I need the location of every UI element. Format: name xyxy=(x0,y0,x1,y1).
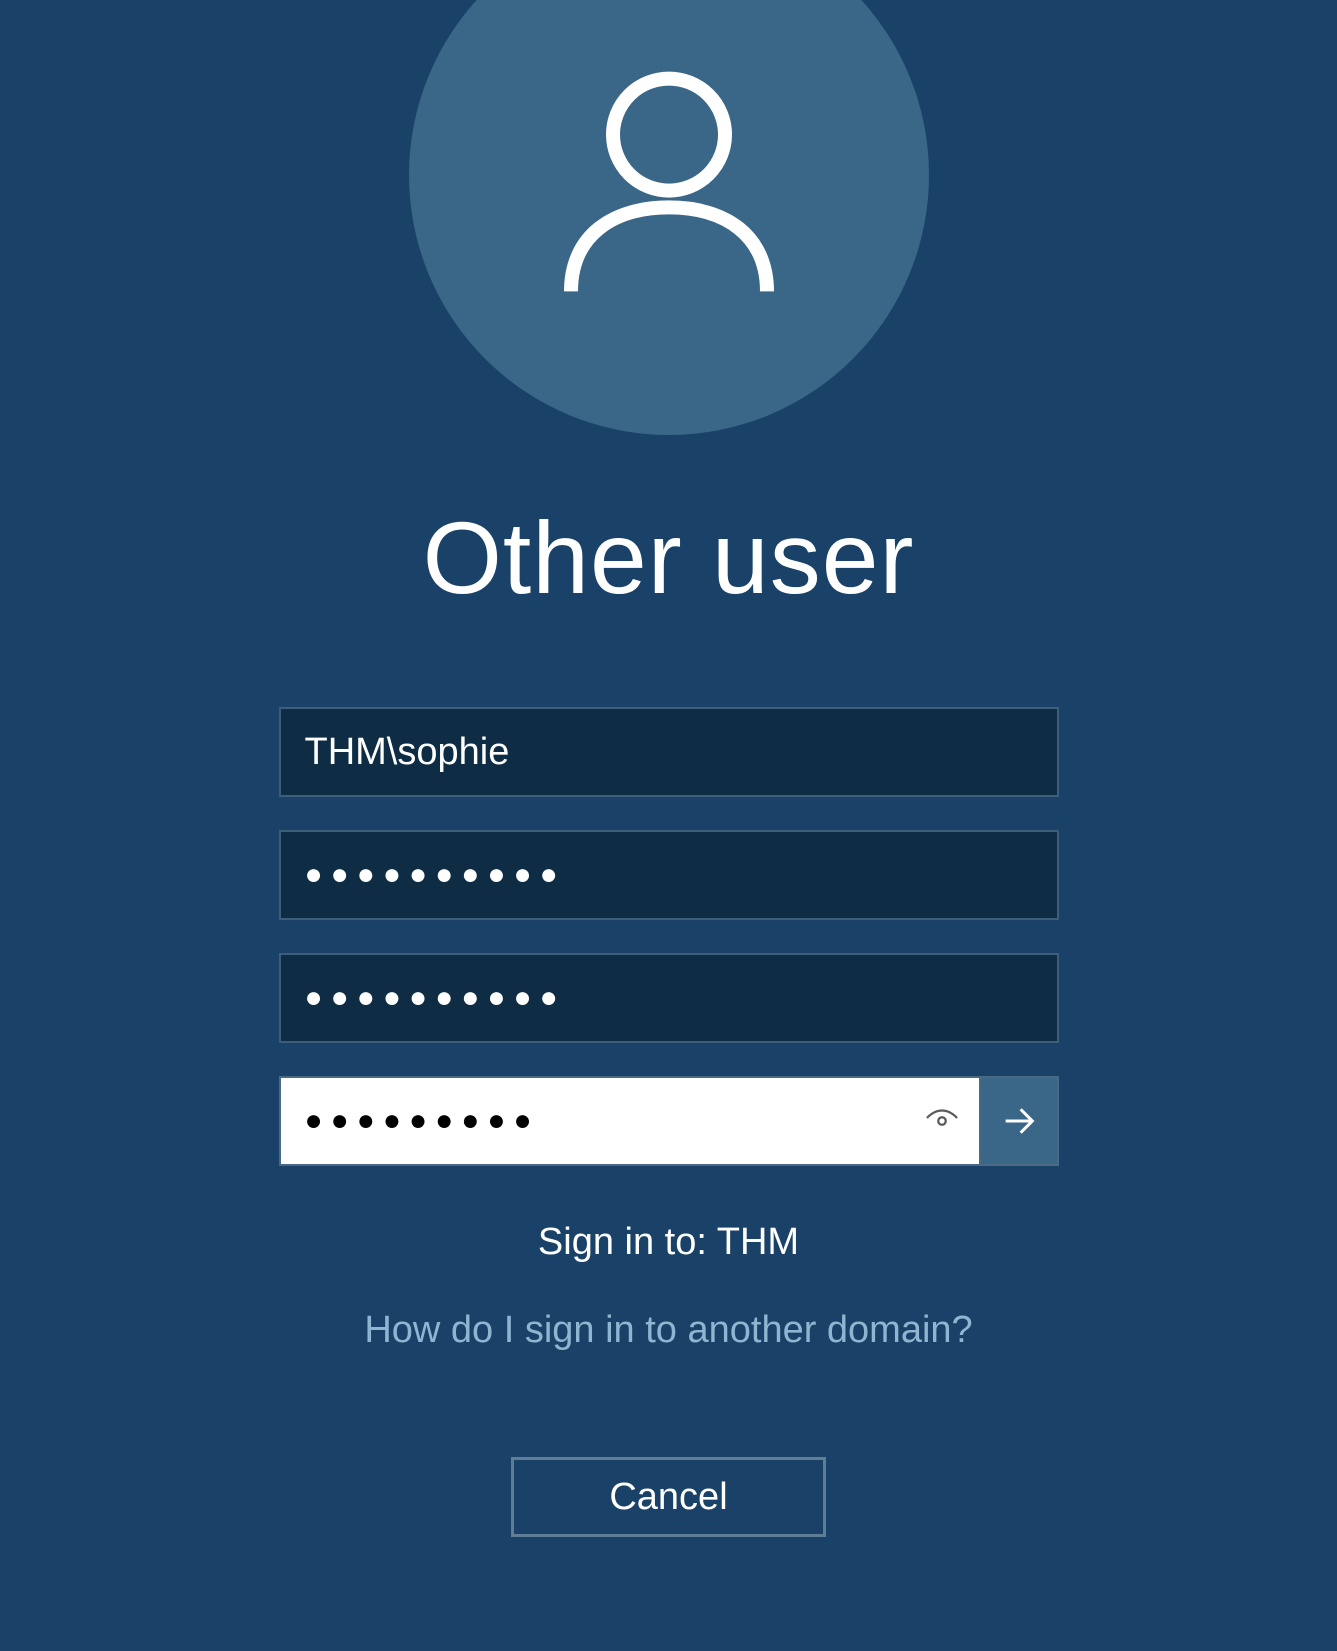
arrow-right-icon xyxy=(999,1101,1039,1141)
confirm-password-input[interactable] xyxy=(279,1076,979,1166)
eye-icon xyxy=(924,1103,960,1139)
password-input-2[interactable] xyxy=(279,953,1059,1043)
password-input-1[interactable] xyxy=(279,830,1059,920)
cancel-button[interactable]: Cancel xyxy=(511,1457,826,1537)
login-form xyxy=(279,707,1059,1166)
help-domain-link[interactable]: How do I sign in to another domain? xyxy=(364,1309,972,1352)
user-avatar xyxy=(409,0,929,435)
user-icon xyxy=(529,45,809,325)
confirm-password-row xyxy=(279,1076,1059,1166)
reveal-password-button[interactable] xyxy=(917,1096,967,1146)
signin-domain-label: Sign in to: THM xyxy=(538,1221,799,1264)
login-title: Other user xyxy=(423,500,915,617)
submit-button[interactable] xyxy=(979,1076,1059,1166)
username-input[interactable] xyxy=(279,707,1059,797)
